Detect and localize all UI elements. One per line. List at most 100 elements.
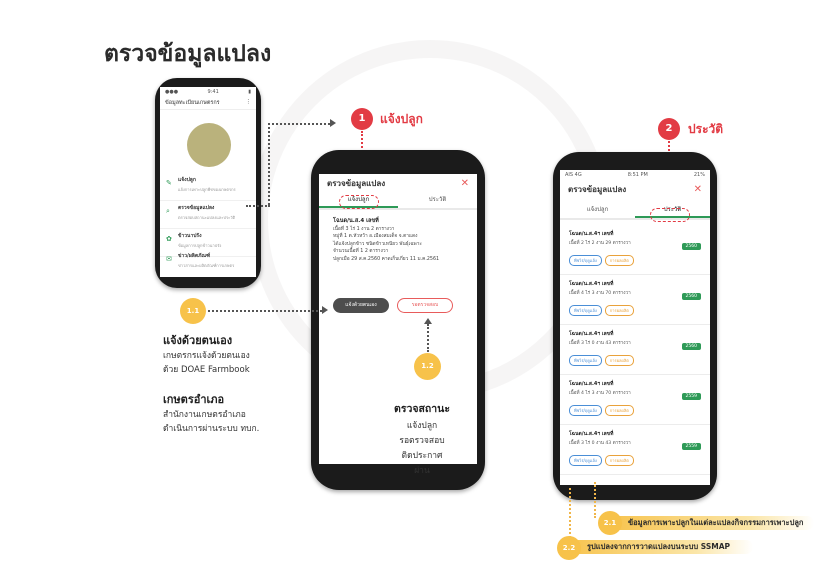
tab-history[interactable]: ประวัติ — [398, 192, 477, 208]
search-icon: ⌕ — [166, 207, 170, 215]
history-item[interactable]: โฉนด/น.ส.4ฯ เลขที่ เนื้อที่ 4 ไร่ 3 งาน … — [560, 375, 710, 425]
menu-item-sub: ตรวจสอบสถานะแปลงและประวัติ — [178, 215, 236, 220]
app-header-title: ข้อมูลทะเบียนเกษตรกร — [165, 100, 220, 106]
status-battery: 21% — [693, 172, 705, 178]
self-report-button[interactable]: แจ้งด้วยตนเอง — [333, 298, 389, 313]
history-item-title: โฉนด/น.ส.4ฯ เลขที่ — [569, 281, 614, 287]
callout-2-1-badge: 2.1 — [598, 511, 622, 535]
status-carrier: AIS 4G — [565, 172, 582, 178]
screen-header: ตรวจข้อมูลแปลง ✕ — [319, 174, 477, 192]
history-item-title: โฉนด/น.ส.4ฯ เลขที่ — [569, 331, 614, 337]
arrow-right-icon — [322, 306, 328, 314]
history-item[interactable]: โฉนด/น.ส.4ฯ เลขที่ เนื้อที่ 3 ไร่ 0 งาน … — [560, 425, 710, 475]
status-bar: ●●● 9:41 ▮ — [160, 87, 256, 97]
year-badge: 2559 — [681, 443, 701, 450]
callout-2-label: ประวัติ — [688, 122, 724, 136]
status-check-title: ตรวจสถานะ — [394, 403, 450, 415]
phone-home-screen: ●●● 9:41 ▮ ข้อมูลทะเบียนเกษตรกร ⋮ ✎ แจ้ง… — [160, 87, 256, 277]
callout-1-badge: 1 — [351, 108, 373, 130]
year-badge: 2560 — [681, 343, 701, 350]
app-header: ข้อมูลทะเบียนเกษตรกร ⋮ — [160, 97, 256, 110]
status-item: ผ่าน — [414, 466, 430, 476]
highlight-ring — [650, 208, 690, 222]
menu-item-label: ข่าว/ผลิตภัณฑ์ — [178, 253, 211, 259]
yield-tag: การผลผลิต — [604, 405, 634, 416]
menu-item-sub: แจ้งการเพาะปลูกพืชของเกษตรกร — [178, 187, 236, 192]
history-item-title: โฉนด/น.ส.4ฯ เลขที่ — [569, 381, 614, 387]
screen-title: ตรวจข้อมูลแปลง — [568, 184, 627, 194]
history-item-title: โฉนด/น.ส.4ฯ เลขที่ — [569, 231, 614, 237]
district-title: เกษตรอำเภอ — [163, 393, 225, 406]
callout-1-2-badge: 1.2 — [414, 353, 441, 380]
callout-2-2-badge: 2.2 — [557, 536, 581, 560]
history-item[interactable]: โฉนด/น.ส.4ฯ เลขที่ เนื้อที่ 3 ไร่ 0 งาน … — [560, 325, 710, 375]
plant-icon: ✎ — [166, 179, 172, 187]
yield-tag: การผลผลิต — [604, 255, 634, 266]
history-item[interactable]: โฉนด/น.ส.4ฯ เลขที่ เนื้อที่ 4 ไร่ 3 งาน … — [560, 275, 710, 325]
screen-title: ตรวจข้อมูลแปลง — [327, 178, 386, 188]
district-line: ดำเนินการผ่านระบบ ทบก. — [163, 424, 260, 434]
crop-tag: พืชไร่/ฤดูแล้ง — [569, 405, 602, 416]
connector-line — [268, 123, 330, 125]
status-item: แจ้งปลูก — [406, 421, 438, 431]
phone-history-screen: AIS 4G 8:51 PM 21% ตรวจข้อมูลแปลง ✕ แจ้ง… — [560, 170, 710, 485]
phone-history: AIS 4G 8:51 PM 21% ตรวจข้อมูลแปลง ✕ แจ้ง… — [553, 152, 717, 500]
battery-icon: ▮ — [248, 89, 251, 95]
year-badge: 2559 — [681, 393, 701, 400]
plot-detail: โฉนด/น.ส.4 เลขที่ เนื้อที่ 3 ไร่ 1 งาน 2… — [319, 210, 477, 272]
news-icon: ✉ — [166, 255, 172, 263]
connector-line — [569, 488, 571, 542]
callout-2-2-label: รูปแปลงจากการวาดแปลงบนระบบ SSMAP — [563, 540, 753, 554]
connector-line — [246, 205, 270, 207]
self-report-line: เกษตรกรแจ้งด้วยตนเอง — [163, 351, 250, 361]
close-icon[interactable]: ✕ — [694, 184, 702, 195]
highlight-ring — [339, 195, 379, 209]
crop-tag: พืชไร่/ฤดูแล้ง — [569, 305, 602, 316]
more-icon[interactable]: ⋮ — [246, 99, 252, 107]
menu-item-label: ข้าวนาปรัง — [178, 233, 202, 239]
callout-2-1-label: ข้อมูลการเพาะปลูกในแต่ละแปลงกิจกรรมการเพ… — [604, 516, 814, 530]
connector-line — [594, 482, 596, 518]
status-check-list: ตรวจสถานะ แจ้งปลูก รอตรวจสอบ ติดประกาศ ผ… — [387, 402, 457, 479]
self-report-title: แจ้งด้วยตนเอง — [163, 334, 233, 347]
close-icon[interactable]: ✕ — [461, 178, 469, 189]
history-item-title: โฉนด/น.ส.4ฯ เลขที่ — [569, 431, 614, 437]
status-pending-button[interactable]: รอตรวจสอบ — [397, 298, 453, 313]
plot-line: ปลูกเมื่อ 29 ส.ค.2560 คาดเก็บเกี่ยว 11 ม… — [333, 256, 440, 262]
avatar — [187, 123, 231, 167]
crop-tag: พืชไร่/ฤดูแล้ง — [569, 255, 602, 266]
status-time: 8:51 PM — [627, 172, 648, 178]
arrow-right-icon — [330, 119, 336, 127]
callout-2-badge: 2 — [658, 118, 680, 140]
status-item: ติดประกาศ — [401, 451, 443, 461]
phone-home: ●●● 9:41 ▮ ข้อมูลทะเบียนเกษตรกร ⋮ ✎ แจ้ง… — [155, 78, 261, 288]
menu-item-plant[interactable]: ✎ แจ้งปลูก แจ้งการเพาะปลูกพืชของเกษตรกร — [160, 173, 256, 201]
menu-item-news[interactable]: ✉ ข่าว/ผลิตภัณฑ์ ข่าวสารและผลิตภัณฑ์การเ… — [160, 249, 256, 277]
callout-1-1-badge: 1.1 — [180, 298, 206, 324]
status-item: รอตรวจสอบ — [399, 436, 445, 446]
menu-item-sub: ข่าวสารและผลิตภัณฑ์การเกษตร — [178, 263, 235, 268]
plot-line: หมู่ที่ 1 ต.หัวหว้า อ.เมืองสมเด็จ จ.ตาแด… — [333, 234, 418, 240]
crop-tag: พืชไร่/ฤดูแล้ง — [569, 455, 602, 466]
rice-icon: ✿ — [166, 235, 172, 243]
plot-line: จำนวนเนื้อที่ 1 2 ตารางวา — [333, 249, 389, 255]
yield-tag: การผลผลิต — [604, 355, 634, 366]
callout-1-label: แจ้งปลูก — [380, 112, 423, 126]
status-carrier-icon: ●●● — [165, 89, 179, 95]
status-time: 9:41 — [207, 89, 219, 95]
status-bar: AIS 4G 8:51 PM 21% — [560, 170, 710, 180]
yield-tag: การผลผลิต — [604, 305, 634, 316]
menu-item-check-plot[interactable]: ⌕ ตรวจข้อมูลแปลง ตรวจสอบสถานะแปลงและประว… — [160, 201, 256, 229]
menu-item-label: แจ้งปลูก — [178, 177, 196, 183]
plot-line: เนื้อที่ 3 ไร่ 1 งาน 2 ตารางวา — [333, 226, 395, 232]
connector-line — [427, 324, 429, 352]
tab-plant[interactable]: แจ้งปลูก — [560, 202, 635, 218]
self-report-line: ด้วย DOAE Farmbook — [163, 365, 250, 375]
menu-item-sub: ข้อมูลการปลูกข้าวนาปรัง — [178, 243, 222, 248]
year-badge: 2560 — [681, 243, 701, 250]
menu-item-label: ตรวจข้อมูลแปลง — [178, 205, 215, 211]
history-item[interactable]: โฉนด/น.ส.4ฯ เลขที่ เนื้อที่ 2 ไร่ 2 งาน … — [560, 225, 710, 275]
yield-tag: การผลผลิต — [604, 455, 634, 466]
district-line: สำนักงานเกษตรอำเภอ — [163, 410, 246, 420]
screen-header: ตรวจข้อมูลแปลง ✕ — [560, 180, 710, 198]
